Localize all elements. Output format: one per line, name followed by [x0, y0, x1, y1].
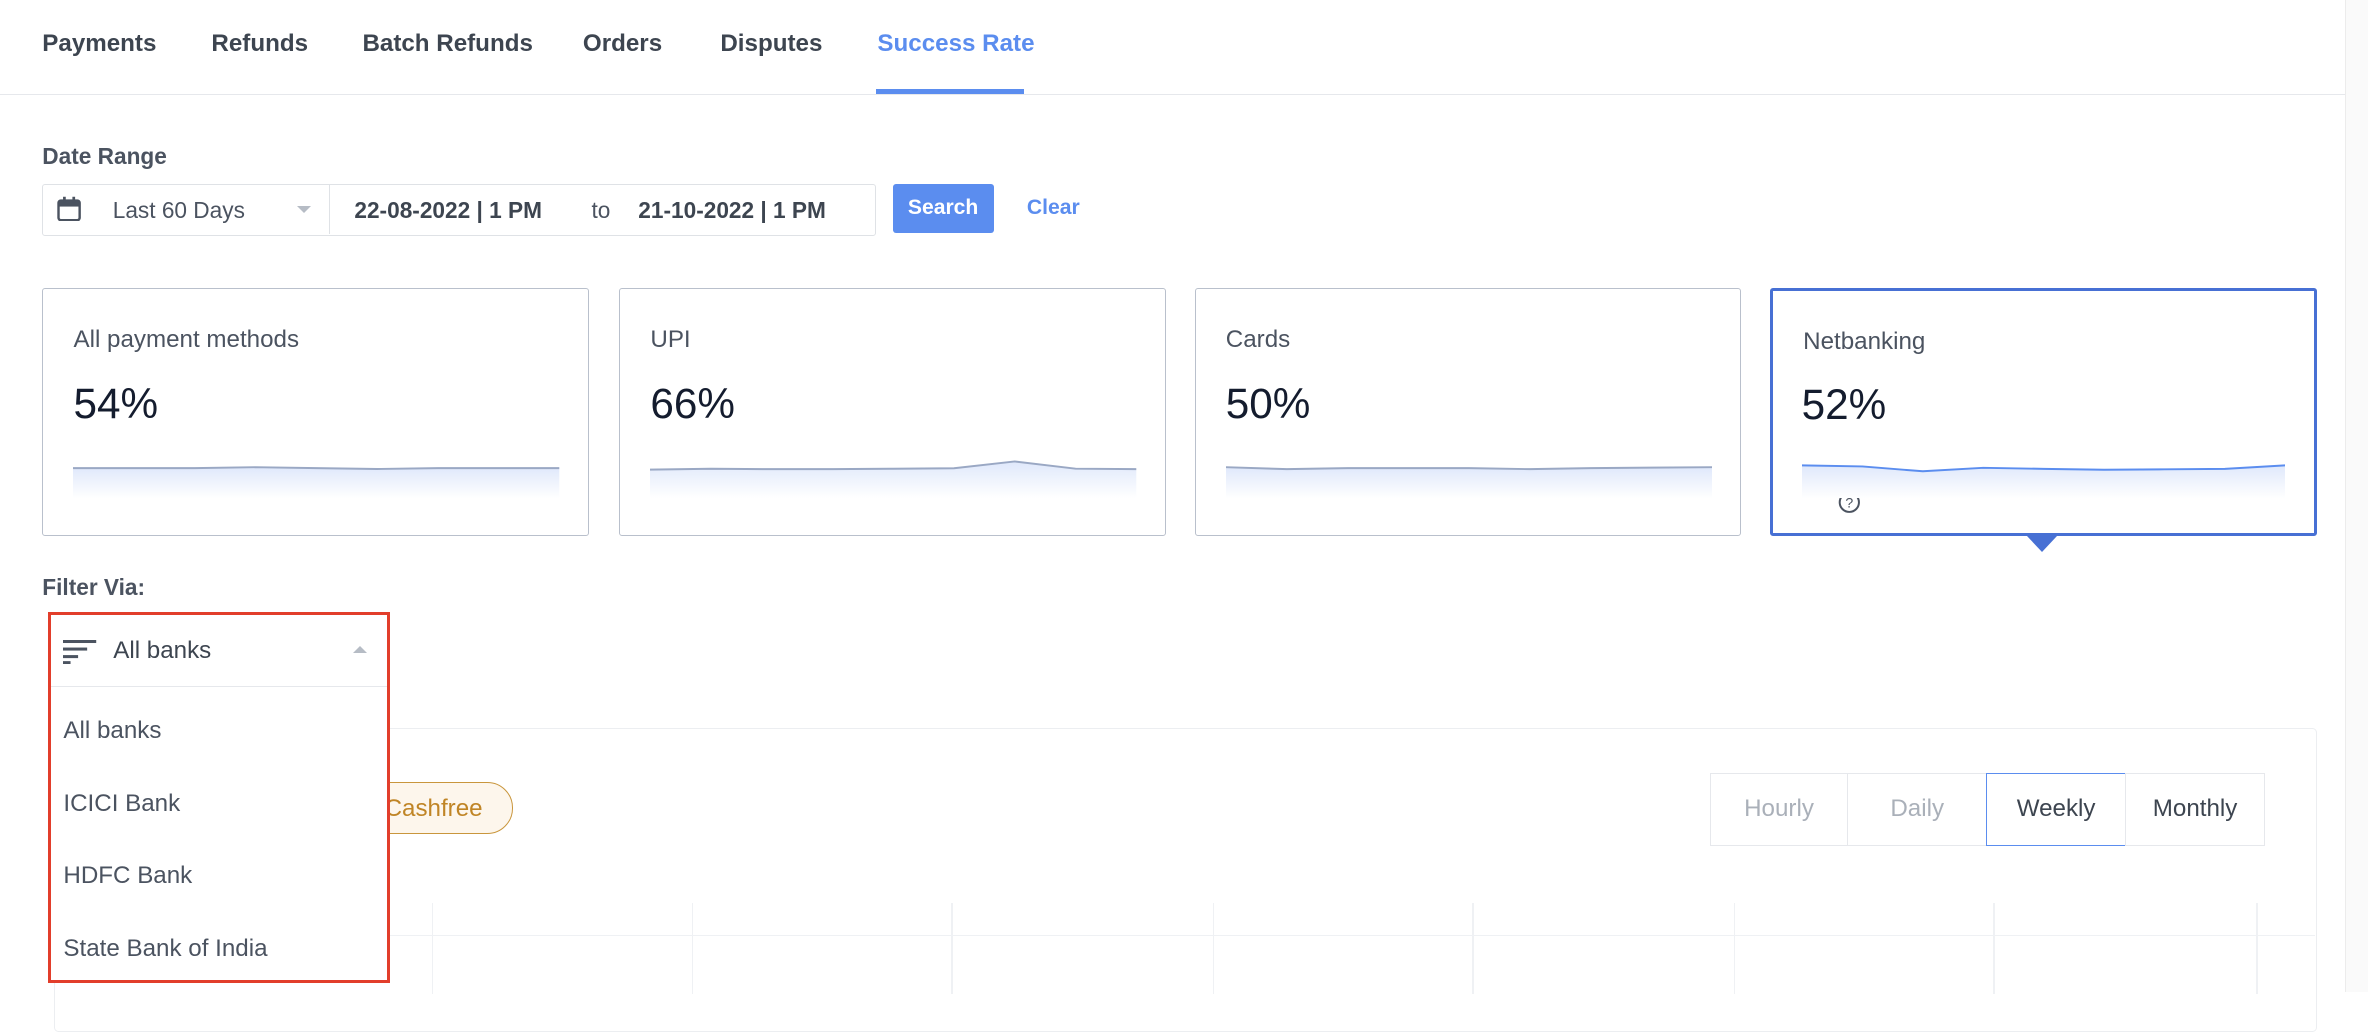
sparkline	[1801, 464, 2285, 499]
gridline	[1993, 903, 1995, 994]
option-all-banks[interactable]: All banks	[63, 717, 161, 745]
chevron-down-icon	[296, 206, 311, 213]
granularity-hourly[interactable]: Hourly	[1709, 773, 1849, 846]
card-all-payment-methods[interactable]: All payment methods 54%	[42, 288, 589, 537]
gridline	[1212, 903, 1215, 994]
card-netbanking[interactable]: Netbanking ? 52%	[1769, 288, 2317, 537]
card-cards[interactable]: Cards 50%	[1194, 288, 1742, 537]
bank-filter-select[interactable]: All banks	[51, 615, 387, 687]
sparkline-area	[1225, 466, 1713, 498]
sparkline	[1225, 465, 1713, 498]
tab-batch-refunds[interactable]: Batch Refunds	[362, 30, 532, 58]
card-value: 52%	[1801, 380, 1887, 428]
sparkline	[650, 460, 1137, 498]
selected-card-pointer	[2026, 536, 2057, 552]
gridline	[1733, 903, 1736, 994]
sparkline-line	[73, 465, 560, 470]
chevron-up-icon	[353, 646, 368, 654]
bank-filter-dropdown[interactable]: All banks All banks ICICI Bank HDFC Bank…	[48, 611, 390, 984]
search-button[interactable]: Search	[892, 184, 994, 233]
option-hdfc-bank[interactable]: HDFC Bank	[63, 862, 192, 890]
card-value: 54%	[73, 380, 159, 428]
sparkline	[73, 465, 560, 498]
tab-orders[interactable]: Orders	[583, 30, 662, 58]
granularity-daily[interactable]: Daily	[1846, 773, 1988, 846]
granularity-monthly[interactable]: Monthly	[2124, 773, 2266, 846]
tab-disputes[interactable]: Disputes	[720, 30, 822, 58]
gridline	[431, 903, 434, 994]
sparkline-area	[1801, 465, 2285, 499]
tab-success-rate[interactable]: Success Rate	[877, 30, 1034, 58]
tab-refunds[interactable]: Refunds	[211, 30, 308, 58]
card-title: UPI	[650, 325, 691, 353]
card-value: 50%	[1225, 380, 1311, 428]
card-value: 66%	[650, 380, 735, 428]
gridline	[691, 903, 694, 994]
gridline	[1472, 903, 1474, 994]
option-icici-bank[interactable]: ICICI Bank	[63, 790, 180, 818]
gridline	[54, 934, 2316, 937]
card-title: Netbanking ?	[1803, 328, 1925, 513]
clear-button[interactable]: Clear	[1027, 196, 1080, 220]
card-upi[interactable]: UPI 66%	[619, 288, 1166, 537]
preset-select[interactable]: Last 60 Days	[113, 197, 245, 224]
card-title: All payment methods	[73, 325, 300, 353]
selected-bank: All banks	[113, 637, 212, 665]
date-range-picker[interactable]: Last 60 Days 22-08-2022 | 1 PM to 21-10-…	[42, 184, 876, 236]
granularity-weekly[interactable]: Weekly	[1985, 773, 2127, 846]
card-title: Cards	[1225, 325, 1291, 353]
option-state-bank-of-india[interactable]: State Bank of India	[63, 935, 267, 963]
sparkline-area	[73, 466, 560, 498]
tab-payments[interactable]: Payments	[42, 30, 156, 58]
gridline	[2256, 903, 2258, 994]
to-label: to	[591, 197, 611, 224]
date-range-label: Date Range	[42, 143, 167, 170]
calendar-icon	[57, 196, 81, 222]
to-date[interactable]: 21-10-2022 | 1 PM	[638, 197, 826, 224]
active-tab-indicator	[875, 89, 1024, 94]
gridline	[951, 903, 953, 994]
scrollbar[interactable]	[2345, 0, 2368, 993]
filter-lines-icon	[63, 640, 97, 665]
from-date[interactable]: 22-08-2022 | 1 PM	[354, 197, 542, 224]
tab-bar: Payments Refunds Batch Refunds Orders Di…	[0, 0, 2368, 95]
filter-label: Filter Via:	[42, 573, 146, 600]
